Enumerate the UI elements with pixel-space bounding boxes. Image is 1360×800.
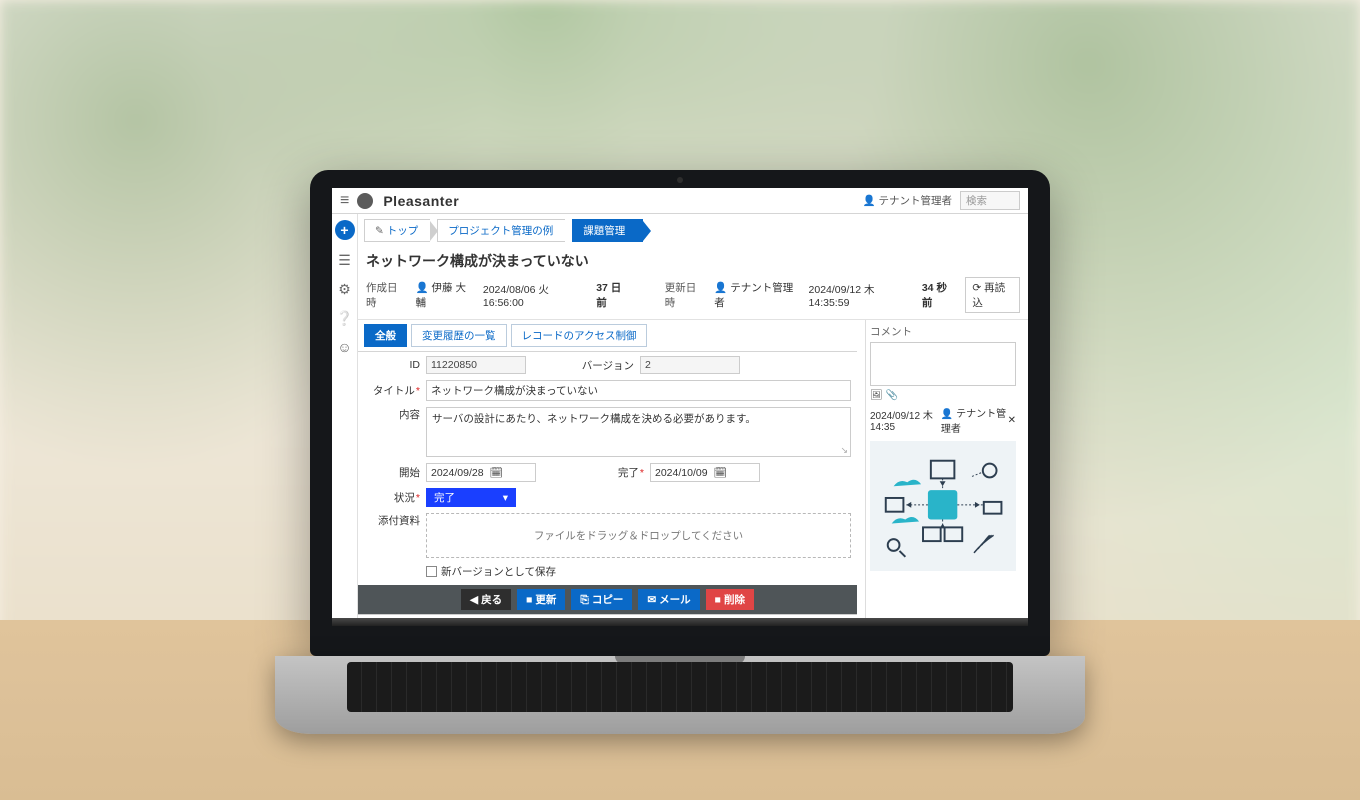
camera-dot (677, 177, 683, 183)
delete-button[interactable]: ■削除 (706, 589, 754, 610)
start-date-input[interactable]: 2024/09/28🗓 (426, 463, 536, 482)
crumb-top[interactable]: トップ (364, 219, 430, 242)
end-date-input[interactable]: 2024/10/09🗓 (650, 463, 760, 482)
links-section: ▸ リンク リンク先：プロジェクト管理の例 > WBS - 件数 1 (358, 614, 857, 618)
attach-icon[interactable]: 📎 (885, 390, 897, 401)
hamburger-icon[interactable]: ≡ (340, 192, 349, 210)
crumb-project[interactable]: プロジェクト管理の例 (437, 219, 565, 242)
settings-icon[interactable]: ⚙ (338, 281, 351, 298)
attachment-dropzone[interactable]: ファイルをドラッグ＆ドロップしてください (426, 513, 851, 558)
record-meta: 作成日時 伊藤 大輔 2024/08/06 火 16:56:00 37 日前 更… (358, 273, 1028, 320)
created-user: 伊藤 大輔 (416, 280, 473, 310)
laptop-frame: ≡ Pleasanter テナント管理者 検索 + ☰ ⚙ ❔ ☺ (310, 170, 1050, 734)
tab-access[interactable]: レコードのアクセス制御 (511, 324, 648, 347)
status-select[interactable]: 完了▾ (426, 488, 516, 507)
action-bar: ◀戻る ■更新 ⎘コピー ✉メール ■削除 (358, 585, 857, 614)
calendar-icon[interactable]: 🗓 (490, 466, 503, 479)
page-title: ネットワーク構成が決まっていない (358, 247, 1028, 273)
calendar-icon[interactable]: 🗓 (714, 466, 727, 479)
breadcrumb: トップ プロジェクト管理の例 課題管理 (358, 214, 1028, 247)
id-field: 11220850 (426, 356, 526, 374)
app-topbar: ≡ Pleasanter テナント管理者 検索 (332, 188, 1028, 214)
chevron-down-icon: ▾ (503, 492, 508, 504)
record-tabs: 全般 変更履歴の一覧 レコードのアクセス制御 (358, 320, 857, 352)
new-record-button[interactable]: + (335, 220, 355, 240)
list-icon[interactable]: ☰ (338, 252, 351, 269)
record-form: ID 11220850 バージョン 2 タイトル ネットワーク構成が決まっていな… (358, 352, 857, 585)
update-button[interactable]: ■更新 (517, 589, 565, 610)
new-version-checkbox[interactable] (426, 566, 437, 577)
product-name: Pleasanter (383, 193, 459, 209)
comment-pane: コメント 🖼 📎 2024/09/12 木 14:35 テナント管理者 ✕ (865, 320, 1020, 618)
copy-button[interactable]: ⎘コピー (571, 589, 632, 610)
tenant-user[interactable]: テナント管理者 (863, 193, 953, 208)
updated-user: テナント管理者 (714, 280, 798, 310)
mail-button[interactable]: ✉メール (638, 589, 699, 610)
image-icon[interactable]: 🖼 (870, 390, 883, 401)
tab-general[interactable]: 全般 (364, 324, 407, 347)
version-field: 2 (640, 356, 740, 374)
close-icon[interactable]: ✕ (1008, 415, 1016, 426)
title-input[interactable]: ネットワーク構成が決まっていない (426, 380, 851, 401)
tab-history[interactable]: 変更履歴の一覧 (411, 324, 507, 347)
comment-user: テナント管理者 (941, 405, 1008, 435)
back-button[interactable]: ◀戻る (461, 589, 511, 610)
crumb-current[interactable]: 課題管理 (572, 219, 643, 242)
comment-image (870, 441, 1016, 571)
laptop-keyboard (347, 662, 1013, 712)
logo-icon (357, 193, 373, 209)
network-diagram-icon (874, 447, 1011, 565)
help-icon[interactable]: ❔ (336, 310, 353, 327)
user-icon[interactable]: ☺ (337, 339, 351, 355)
search-input[interactable]: 検索 (960, 191, 1020, 210)
comment-input[interactable] (870, 342, 1016, 386)
body-textarea[interactable]: サーバの設計にあたり、ネットワーク構成を決める必要があります。 (426, 407, 851, 457)
nav-rail: + ☰ ⚙ ❔ ☺ (332, 214, 358, 618)
reload-button[interactable]: 再読込 (965, 277, 1020, 313)
